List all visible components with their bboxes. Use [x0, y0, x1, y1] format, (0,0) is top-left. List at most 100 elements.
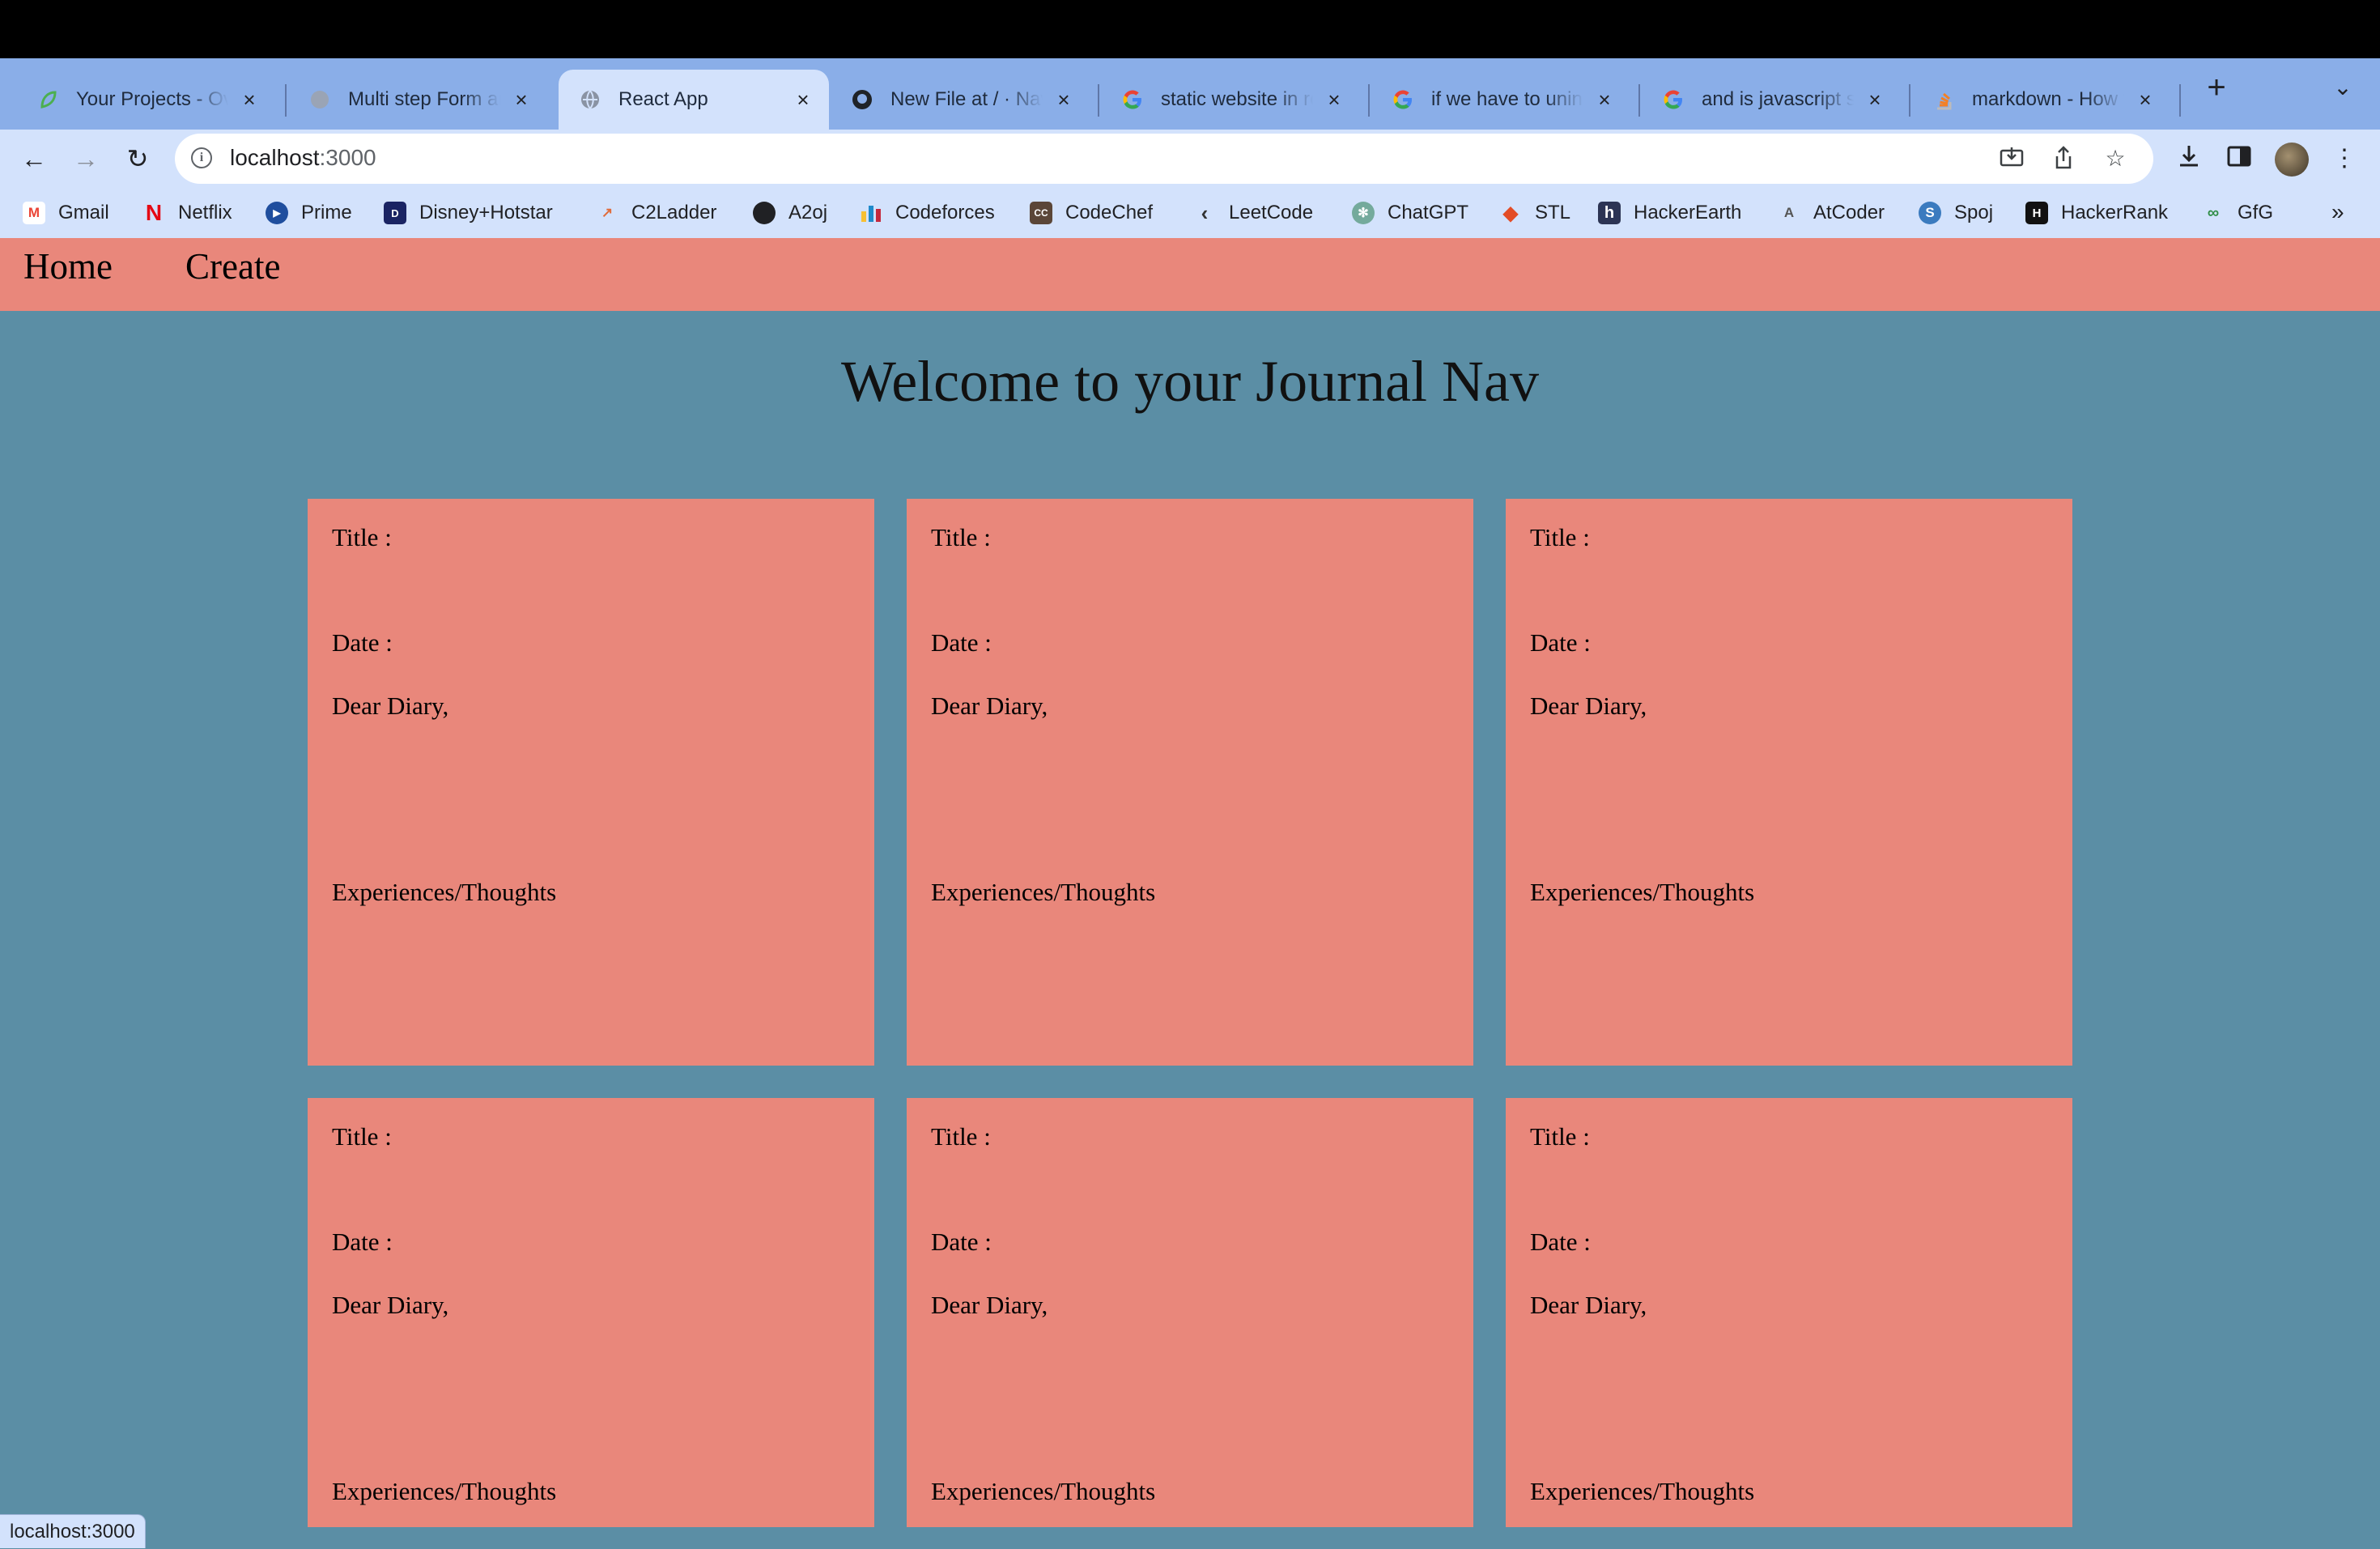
journal-card[interactable]: Title : Date : Dear Diary, Experiences/T… [1506, 1098, 2072, 1527]
bookmark-hackerrank[interactable]: H HackerRank [2025, 198, 2168, 228]
hackerearth-icon: h [1598, 202, 1621, 224]
system-menu-bar [0, 0, 2380, 58]
stackoverflow-icon [1932, 87, 1956, 112]
card-body-label: Experiences/Thoughts [332, 1477, 557, 1505]
forward-button[interactable]: → [70, 143, 102, 175]
tab-title: if we have to uninstall [1431, 88, 1583, 110]
atcoder-icon: A [1783, 205, 1795, 220]
status-bar-url: localhost:3000 [0, 1514, 146, 1548]
address-bar[interactable]: i localhost:3000 ☆ [175, 134, 2153, 184]
leetcode-icon: ‹ [1201, 200, 1209, 225]
prime-icon: ▶ [266, 202, 288, 224]
nav-home-link[interactable]: Home [23, 245, 113, 287]
card-body-label: Experiences/Thoughts [931, 1477, 1156, 1505]
tab[interactable]: static website in react × [1101, 70, 1360, 130]
tab-separator [1909, 84, 1910, 117]
bookmark-label: CodeChef [1065, 202, 1154, 223]
profile-avatar[interactable] [2275, 143, 2309, 177]
close-icon[interactable]: × [238, 88, 261, 111]
journal-card[interactable]: Title : Date : Dear Diary, Experiences/T… [1506, 499, 2072, 1066]
card-body-label: Experiences/Thoughts [332, 878, 557, 906]
card-title-label: Title : [332, 1122, 392, 1151]
bookmark-codeforces[interactable]: Codeforces [860, 198, 995, 228]
bookmark-label: A2oj [788, 202, 828, 223]
tab-separator [285, 84, 287, 117]
nav-create-link[interactable]: Create [185, 245, 280, 287]
card-body-label: Experiences/Thoughts [1530, 878, 1755, 906]
tab[interactable]: if we have to uninstall × [1371, 70, 1630, 130]
bookmark-label: GfG [2238, 202, 2274, 223]
bookmark-codechef[interactable]: CC CodeChef [1030, 198, 1153, 228]
bookmark-c2ladder[interactable]: ↗ C2Ladder [596, 198, 717, 228]
download-icon[interactable] [2173, 143, 2205, 175]
chevron-down-icon[interactable]: ⌄ [2327, 71, 2359, 104]
bookmark-label: HackerEarth [1634, 202, 1742, 223]
side-panel-icon[interactable] [2223, 143, 2255, 175]
reload-button[interactable]: ↻ [121, 143, 154, 175]
leaf-icon [36, 87, 60, 112]
info-icon[interactable]: i [191, 147, 212, 168]
bookmark-prime[interactable]: ▶ Prime [266, 198, 352, 228]
close-icon[interactable]: × [1593, 88, 1616, 111]
install-app-icon[interactable] [1998, 145, 2025, 172]
url-host: localhost [230, 145, 320, 170]
bookmark-atcoder[interactable]: A AtCoder [1778, 198, 1885, 228]
back-button[interactable]: ← [18, 143, 50, 175]
bookmark-label: Prime [301, 202, 352, 223]
star-icon[interactable]: ☆ [2102, 145, 2129, 172]
gmail-icon: M [23, 202, 45, 224]
google-icon [1391, 87, 1415, 112]
journal-card[interactable]: Title : Date : Dear Diary, Experiences/T… [907, 1098, 1473, 1527]
bookmark-hotstar[interactable]: D Disney+Hotstar [384, 198, 553, 228]
close-icon[interactable]: × [1052, 88, 1075, 111]
card-title-label: Title : [332, 523, 392, 551]
tab-title: and is javascript s [1702, 88, 1854, 110]
close-icon[interactable]: × [1864, 88, 1886, 111]
tab-strip: Your Projects - Overview × Multi step Fo… [0, 58, 2380, 130]
card-body-label: Experiences/Thoughts [931, 878, 1156, 906]
bookmark-spoj[interactable]: S Spoj [1919, 198, 1993, 228]
close-icon[interactable]: × [792, 88, 814, 111]
share-icon[interactable] [2050, 145, 2077, 172]
chatgpt-icon: ✻ [1352, 202, 1375, 224]
journal-card[interactable]: Title : Date : Dear Diary, Experiences/T… [308, 499, 874, 1066]
tab[interactable]: Multi step Form and × [288, 70, 547, 130]
tab[interactable]: and is javascript s × [1642, 70, 1901, 130]
close-icon[interactable]: × [2134, 88, 2157, 111]
journal-card[interactable]: Title : Date : Dear Diary, Experiences/T… [907, 499, 1473, 1066]
tab[interactable]: Your Projects - Overview × [16, 70, 275, 130]
card-date-label: Date : [931, 1228, 992, 1256]
card-date-label: Date : [1530, 1228, 1591, 1256]
tab-separator [2179, 84, 2181, 117]
bookmark-gmail[interactable]: M Gmail [23, 198, 109, 228]
bookmark-label: Codeforces [895, 202, 995, 223]
bookmark-leetcode[interactable]: ‹ LeetCode [1193, 198, 1313, 228]
tab-separator [1638, 84, 1640, 117]
tab-separator [1098, 84, 1099, 117]
a2oj-icon [753, 202, 776, 224]
bookmarks-overflow-icon[interactable]: » [2331, 199, 2344, 225]
tab-active[interactable]: React App × [559, 70, 829, 130]
tab[interactable]: New File at / · Nav × [831, 70, 1090, 130]
close-icon[interactable]: × [1323, 88, 1345, 111]
close-icon[interactable]: × [510, 88, 533, 111]
new-tab-button[interactable]: + [2197, 68, 2236, 107]
globe-icon [578, 87, 602, 112]
bookmark-label: AtCoder [1813, 202, 1885, 223]
card-greeting: Dear Diary, [1530, 1291, 1647, 1319]
bookmark-label: Gmail [58, 202, 109, 223]
codeforces-icon [860, 202, 882, 224]
more-menu-icon[interactable]: ⋮ [2328, 143, 2361, 175]
google-icon [1661, 87, 1685, 112]
bookmark-netflix[interactable]: N Netflix [142, 198, 232, 228]
tab-separator [1368, 84, 1370, 117]
bookmark-hackerearth[interactable]: h HackerEarth [1598, 198, 1741, 228]
bookmark-stl[interactable]: ◆ STL [1499, 198, 1570, 228]
tab[interactable]: markdown - How to × [1912, 70, 2171, 130]
bookmark-label: Spoj [1954, 202, 1994, 223]
bookmark-gfg[interactable]: ∞ GfG [2202, 198, 2273, 228]
journal-card[interactable]: Title : Date : Dear Diary, Experiences/T… [308, 1098, 874, 1527]
bookmark-a2oj[interactable]: A2oj [753, 198, 827, 228]
bookmark-chatgpt[interactable]: ✻ ChatGPT [1352, 198, 1468, 228]
url-text[interactable]: localhost:3000 [230, 145, 376, 171]
